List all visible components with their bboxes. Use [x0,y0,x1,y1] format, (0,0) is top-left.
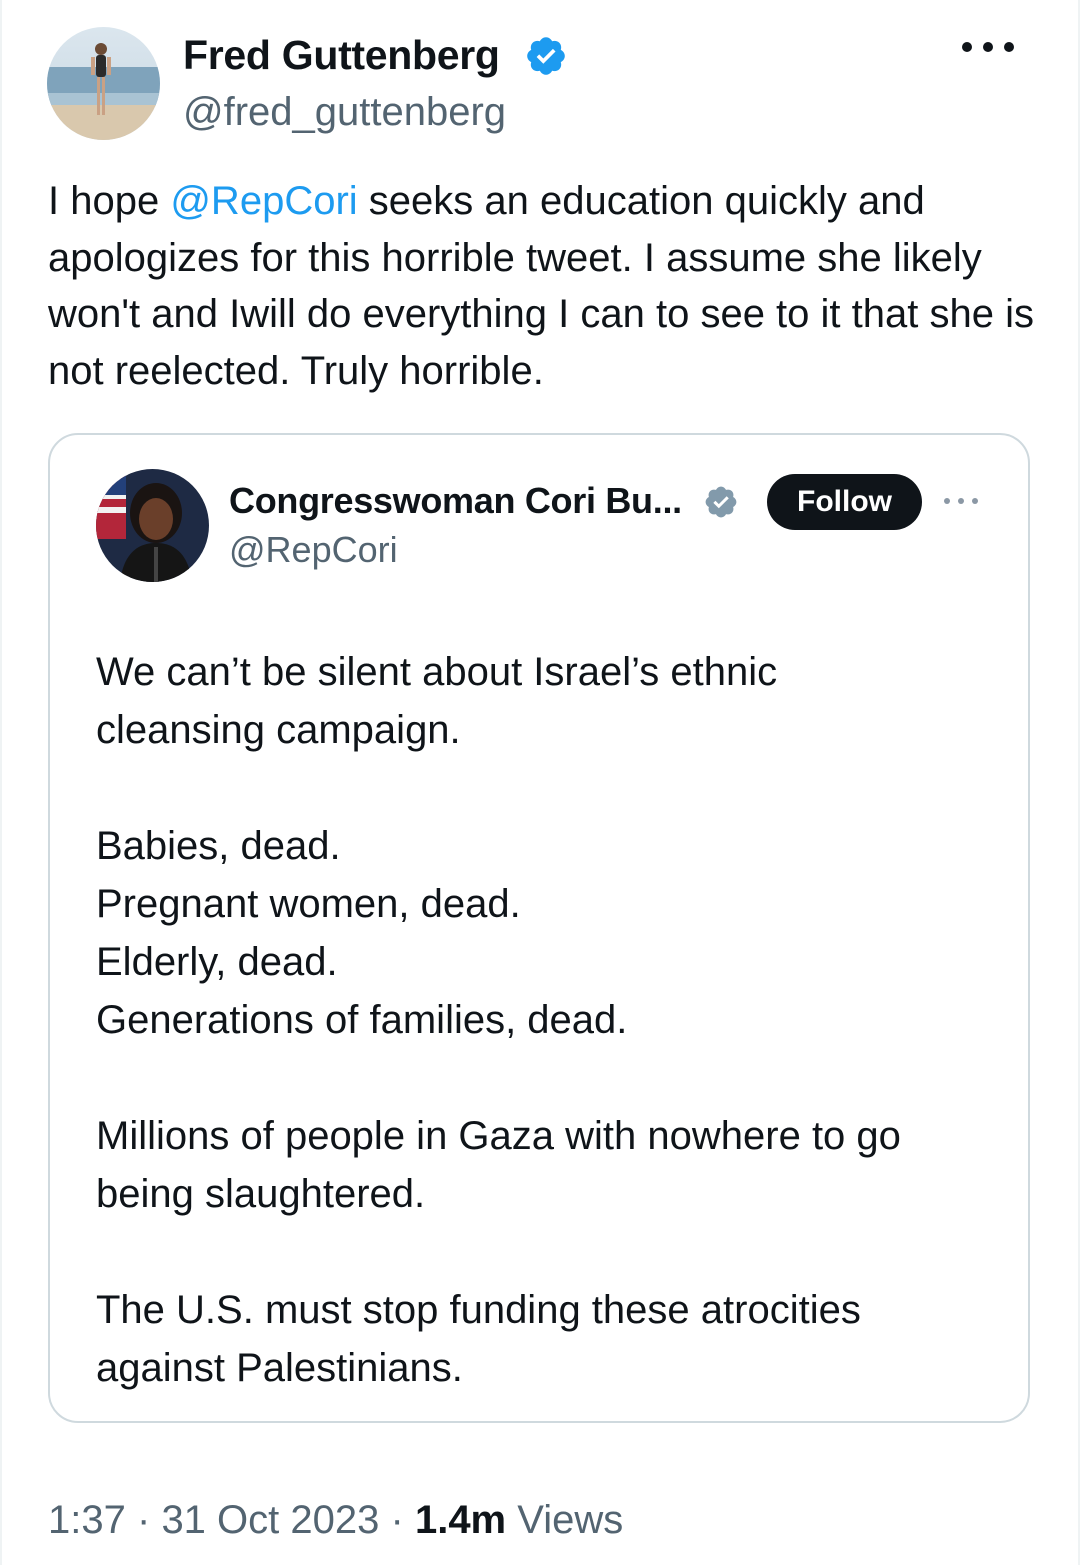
tweet-text: I hope @RepCori seeks an education quick… [48,173,1048,399]
quoted-line: being slaughtered. [96,1172,426,1216]
quoted-paragraph-4: The U.S. must stop funding these atrocit… [96,1281,996,1397]
quoted-line: Babies, dead. [96,824,341,868]
tweet-text-start: I hope [48,179,171,223]
meta-separator: · [136,1498,151,1542]
follow-button[interactable]: Follow [767,474,922,530]
verified-badge-gray-icon [705,486,737,518]
quoted-line: against Palestinians. [96,1346,463,1390]
author-handle[interactable]: @fred_guttenberg [183,88,506,136]
quoted-line: The U.S. must stop funding these atrocit… [96,1288,861,1332]
more-icon[interactable] [962,30,1014,64]
verified-badge-icon [527,37,565,75]
quoted-line: We can’t be silent about Israel’s ethnic [96,650,778,694]
quoted-paragraph-1: We can’t be silent about Israel’s ethnic… [96,643,996,759]
frame-edge-left [0,0,2,1565]
tweet-date[interactable]: 31 Oct 2023 [161,1498,379,1542]
views-label[interactable]: Views [517,1498,623,1542]
mention-link[interactable]: @RepCori [170,179,357,223]
quoted-line: Generations of families, dead. [96,998,628,1042]
portrait-avatar-icon [96,469,209,582]
quoted-author-name[interactable]: Congresswoman Cori Bu... [229,478,682,524]
tweet-time[interactable]: 1:37 [48,1498,126,1542]
quoted-paragraph-2: Babies, dead. Pregnant women, dead. Elde… [96,817,996,1049]
quoted-more-icon[interactable] [944,495,978,507]
author-name[interactable]: Fred Guttenberg [183,30,500,80]
views-count[interactable]: 1.4m [415,1498,506,1542]
meta-separator: · [390,1498,404,1542]
quoted-line: Pregnant women, dead. [96,882,521,926]
quoted-line: Millions of people in Gaza with nowhere … [96,1114,901,1158]
beach-photo-avatar-icon [47,27,160,140]
quoted-line: Elderly, dead. [96,940,338,984]
quoted-paragraph-3: Millions of people in Gaza with nowhere … [96,1107,996,1223]
quoted-author-handle[interactable]: @RepCori [229,528,398,572]
author-avatar[interactable] [47,27,160,140]
quoted-author-avatar[interactable] [96,469,209,582]
tweet-meta: 1:37 · 31 Oct 2023 · 1.4m Views [48,1495,623,1545]
quoted-line: cleansing campaign. [96,708,461,752]
